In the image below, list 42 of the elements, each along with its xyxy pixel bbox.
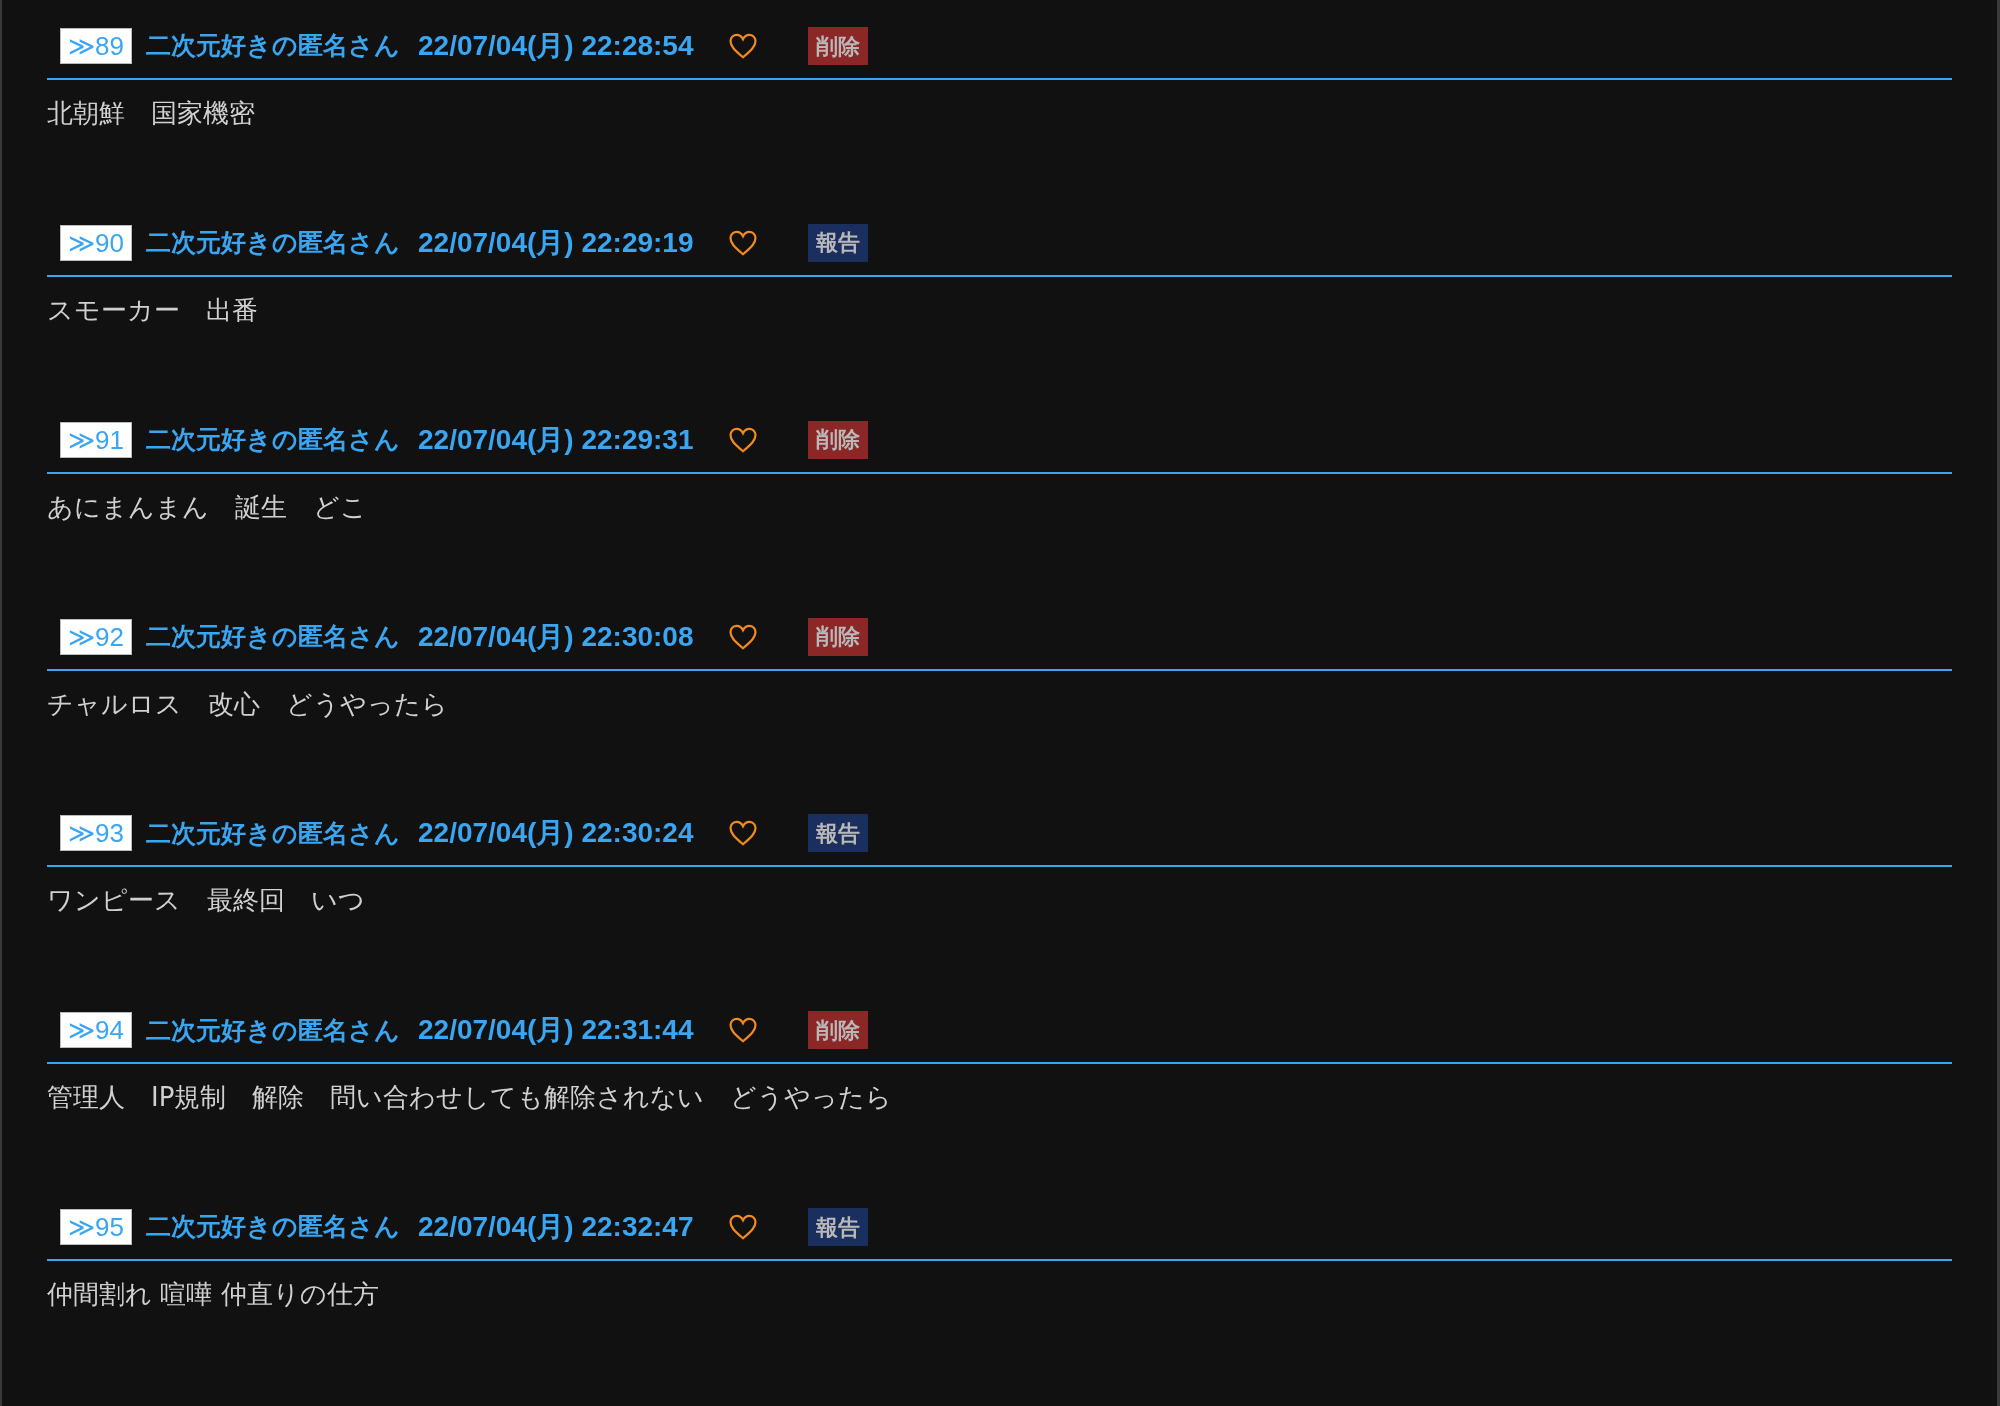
heart-icon[interactable] [727, 1016, 758, 1045]
post-date: 22/07/04(月) 22:28:54 [418, 29, 694, 63]
report-button[interactable]: 報告 [807, 1208, 868, 1247]
author-name: 二次元好きの匿名さん [146, 1211, 400, 1244]
post-body: 仲間割れ 喧嘩 仲直りの仕方 [47, 1278, 380, 1312]
heart-icon[interactable] [727, 425, 758, 454]
post-body: スモーカー 出番 [47, 293, 259, 327]
post-date: 22/07/04(月) 22:29:31 [418, 422, 694, 457]
post-number-link[interactable]: ≫89 [60, 28, 132, 64]
delete-button[interactable]: 削除 [807, 27, 868, 65]
post-date: 22/07/04(月) 22:29:19 [418, 225, 694, 260]
post-body: ワンピース 最終回 いつ [47, 884, 366, 918]
author-name: 二次元好きの匿名さん [146, 423, 400, 456]
post-date: 22/07/04(月) 22:31:44 [418, 1013, 694, 1048]
author-name: 二次元好きの匿名さん [146, 227, 400, 260]
author-name: 二次元好きの匿名さん [146, 620, 400, 653]
author-name: 二次元好きの匿名さん [146, 817, 400, 850]
author-name: 二次元好きの匿名さん [146, 1014, 400, 1047]
post-number-link[interactable]: ≫93 [60, 815, 132, 852]
delete-button[interactable]: 削除 [807, 420, 868, 459]
post-body: 北朝鮮 国家機密 [47, 97, 256, 130]
post-number-link[interactable]: ≫91 [60, 421, 132, 458]
heart-icon[interactable] [727, 228, 758, 257]
heart-icon[interactable] [727, 819, 758, 848]
delete-button[interactable]: 削除 [807, 617, 868, 656]
post-date: 22/07/04(月) 22:30:08 [418, 619, 694, 654]
heart-icon[interactable] [727, 622, 758, 651]
post-date: 22/07/04(月) 22:32:47 [418, 1210, 694, 1245]
author-name: 二次元好きの匿名さん [146, 30, 400, 63]
post-number-link[interactable]: ≫90 [60, 224, 132, 261]
post-body: あにまんまん 誕生 どこ [47, 490, 368, 524]
post-number-link[interactable]: ≫94 [60, 1012, 132, 1049]
post-body: チャルロス 改心 どうやったら [47, 687, 449, 721]
delete-button[interactable]: 削除 [807, 1011, 868, 1050]
report-button[interactable]: 報告 [807, 223, 868, 262]
post-body: 管理人 IP規制 解除 問い合わせしても解除されない どうやったら [47, 1081, 894, 1115]
post-date: 22/07/04(月) 22:30:24 [418, 816, 694, 851]
post-number-link[interactable]: ≫95 [60, 1209, 132, 1246]
report-button[interactable]: 報告 [807, 814, 868, 853]
heart-icon[interactable] [727, 32, 758, 60]
post-number-link[interactable]: ≫92 [60, 618, 132, 655]
heart-icon[interactable] [727, 1213, 758, 1242]
